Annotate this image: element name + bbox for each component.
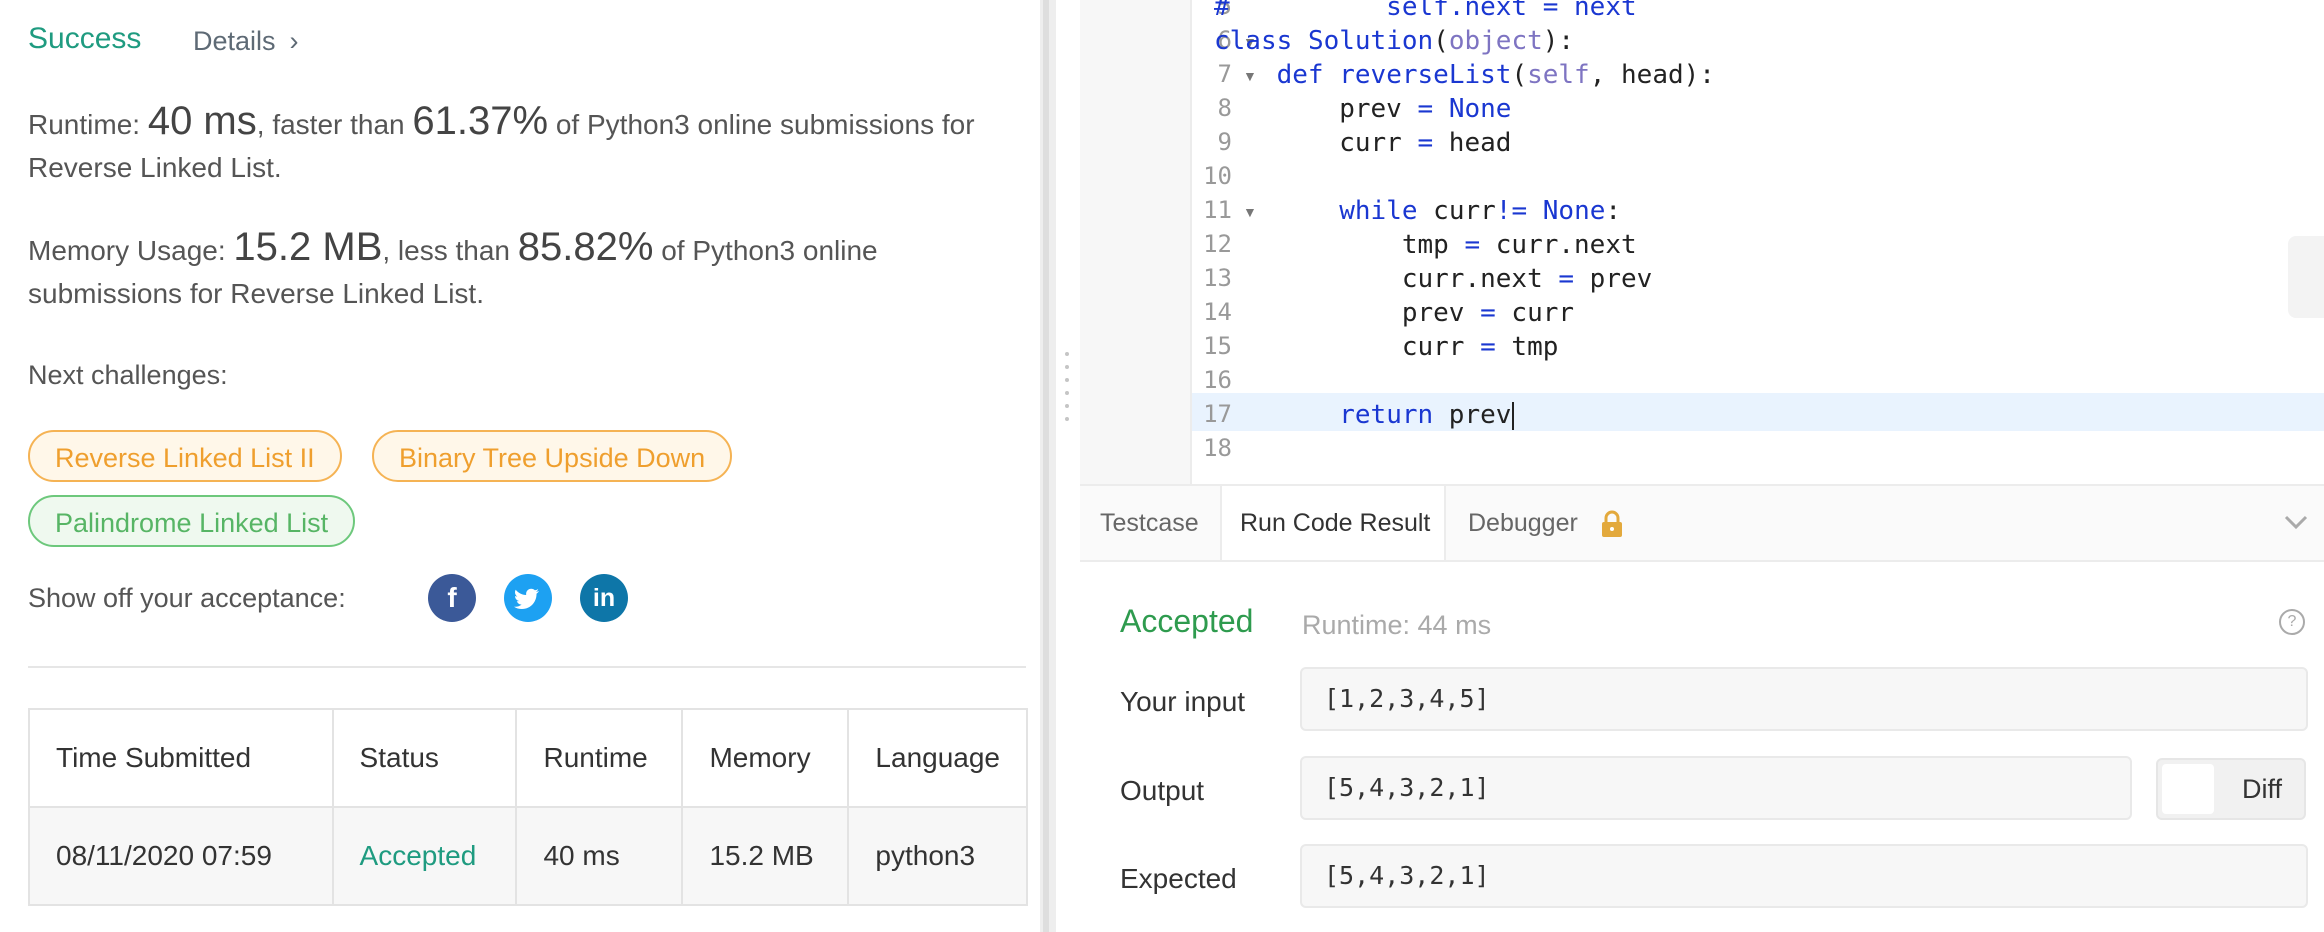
code-line[interactable]: class Solution(object): [1214, 26, 1574, 56]
submission-result-panel: Success Details › Runtime: 40 ms, faster … [0, 0, 1040, 932]
memory-mid: , less than [382, 235, 518, 266]
share-label: Show off your acceptance: [28, 583, 346, 613]
code-line[interactable]: curr = tmp [1214, 332, 1559, 362]
help-icon[interactable]: ? [2279, 609, 2305, 635]
run-status: Accepted [1120, 603, 1254, 639]
facebook-icon[interactable]: f [428, 574, 476, 622]
code-line[interactable]: return prev [1214, 400, 1515, 430]
line-number: 16 [1203, 366, 1232, 394]
expected-label: Expected [1120, 863, 1237, 894]
code-line[interactable]: # self.next = next [1214, 0, 1637, 22]
text-cursor [1512, 401, 1515, 430]
expected-value[interactable]: [5,4,3,2,1] [1300, 844, 2308, 908]
memory-percentile: 85.82% [517, 225, 654, 269]
output-label: Output [1120, 775, 1205, 806]
runtime-percentile: 61.37% [412, 99, 549, 143]
linkedin-icon[interactable]: in [580, 574, 628, 622]
submissions-table: Time Submitted Status Runtime Memory Lan… [28, 708, 1028, 906]
challenge-chip[interactable]: Palindrome Linked List [28, 495, 356, 547]
code-line[interactable]: curr.next = prev [1214, 264, 1652, 294]
success-status: Success [28, 22, 142, 55]
col-time-submitted: Time Submitted [28, 708, 334, 808]
chevron-down-icon[interactable] [2282, 510, 2310, 534]
col-status: Status [331, 708, 518, 808]
code-line[interactable]: tmp = curr.next [1214, 230, 1637, 260]
runtime-value: 40 ms [147, 99, 257, 143]
code-line[interactable]: def reverseList(self, head): [1214, 60, 1715, 90]
tab-debugger-label: Debugger [1468, 509, 1578, 537]
input-value[interactable]: [1,2,3,4,5] [1300, 667, 2308, 731]
memory-value: 15.2 MB [233, 225, 383, 269]
runtime-mid: , faster than [256, 109, 413, 140]
line-number-gutter: 5 6 7 8 9 10 11 12 13 14 15 16 17 18 ▼ ▼… [1080, 0, 1257, 484]
details-label: Details [193, 26, 276, 56]
run-runtime: Runtime: 44 ms [1302, 610, 1492, 640]
twitter-icon[interactable] [504, 574, 552, 622]
cell-runtime: 40 ms [515, 806, 684, 906]
challenge-chip[interactable]: Binary Tree Upside Down [372, 430, 733, 482]
lock-icon [1601, 510, 1622, 538]
chevron-right-icon: › [289, 26, 299, 56]
code-line[interactable]: prev = None [1214, 94, 1511, 124]
resize-handle[interactable] [1063, 352, 1071, 430]
input-label: Your input [1120, 686, 1246, 717]
diff-toggle[interactable]: Diff [2156, 758, 2306, 820]
panel-scrollbar[interactable] [1040, 0, 1056, 932]
col-runtime: Runtime [515, 708, 684, 808]
table-header-row: Time Submitted Status Runtime Memory Lan… [28, 708, 1028, 808]
details-link[interactable]: Details › [193, 26, 299, 57]
memory-summary: Memory Usage: 15.2 MB, less than 85.82% … [28, 226, 1038, 315]
table-row[interactable]: 08/11/2020 07:59 Accepted 40 ms 15.2 MB … [28, 806, 1028, 906]
challenge-chip[interactable]: Reverse Linked List II [28, 430, 342, 482]
diff-label: Diff [2242, 774, 2283, 804]
line-number: 10 [1203, 162, 1232, 190]
next-challenges-label: Next challenges: [28, 360, 228, 390]
cell-status[interactable]: Accepted [331, 806, 518, 906]
code-line[interactable]: while curr!= None: [1214, 196, 1621, 226]
cell-memory: 15.2 MB [681, 806, 850, 906]
cell-language: python3 [847, 806, 1028, 906]
code-line[interactable]: prev = curr [1214, 298, 1574, 328]
line-number: 18 [1203, 434, 1232, 462]
divider-line [28, 666, 1026, 668]
memory-prefix: Memory Usage: [28, 235, 234, 266]
output-value[interactable]: [5,4,3,2,1] [1300, 756, 2132, 820]
side-toggle-button[interactable] [2288, 236, 2324, 318]
code-line[interactable]: curr = head [1214, 128, 1511, 158]
toggle-knob [2162, 764, 2214, 814]
col-language: Language [847, 708, 1028, 808]
runtime-prefix: Runtime: [28, 109, 148, 140]
console-tabs: Testcase Run Code Result Debugger [1080, 484, 2324, 562]
cell-time: 08/11/2020 07:59 [28, 806, 334, 906]
runtime-summary: Runtime: 40 ms, faster than 61.37% of Py… [28, 100, 1038, 189]
tab-debugger[interactable]: Debugger [1468, 486, 1627, 560]
col-memory: Memory [681, 708, 850, 808]
tab-run-code-result[interactable]: Run Code Result [1220, 486, 1446, 560]
